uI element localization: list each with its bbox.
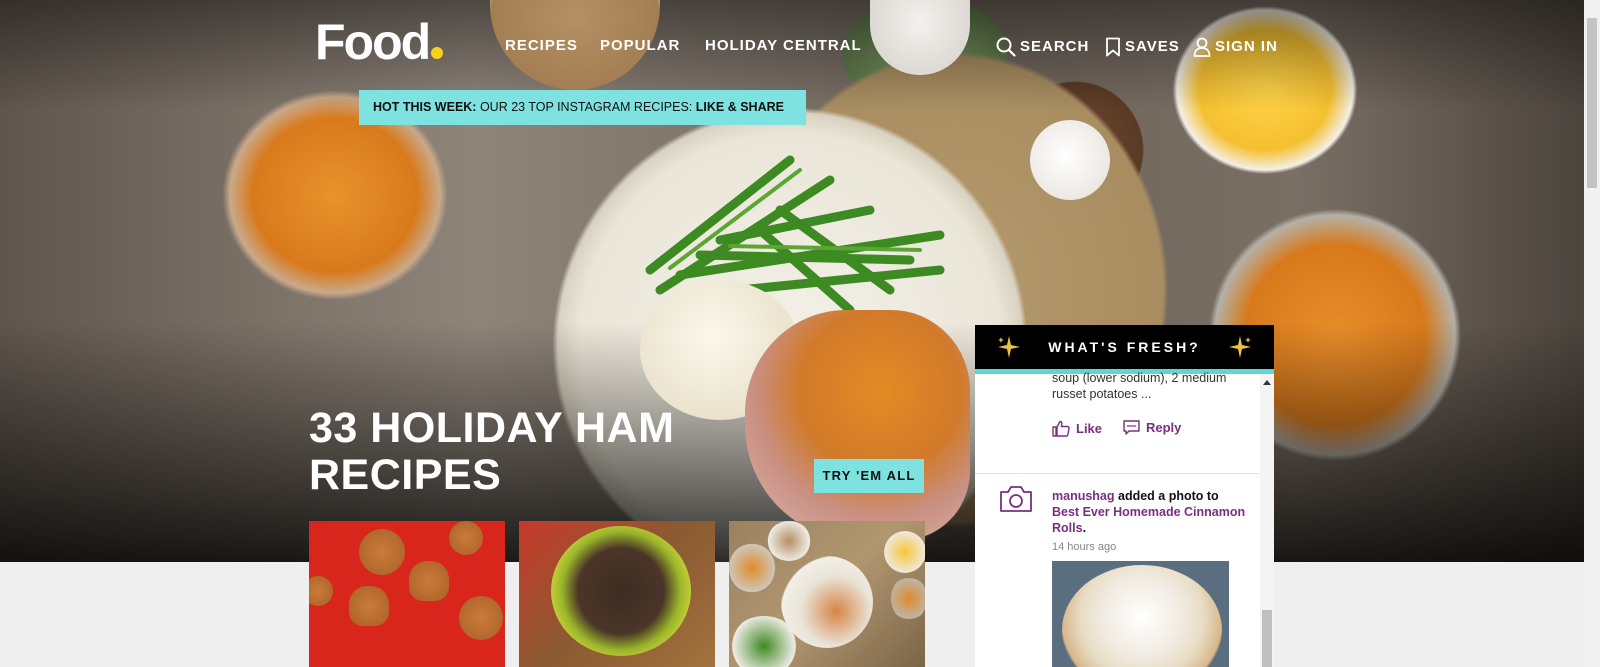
food-logo[interactable]: Food (315, 12, 444, 72)
logo-dot (431, 47, 444, 59)
feed-divider (975, 473, 1260, 474)
like-label: Like (1076, 421, 1103, 436)
hero-title[interactable]: 33 HOLIDAY HAM RECIPES (309, 405, 749, 499)
banner-cta: LIKE & SHARE (695, 100, 784, 114)
activity-timestamp: 14 hours ago (1052, 541, 1117, 553)
signin-button[interactable]: SIGN IN (1193, 37, 1278, 57)
reply-icon (1123, 420, 1140, 435)
bookmark-icon (1106, 37, 1120, 57)
reply-label: Reply (1146, 420, 1182, 435)
saves-label: SAVES (1125, 38, 1180, 55)
activity-recipe-link[interactable]: Best Ever Homemade Cinnamon Rolls (1052, 505, 1245, 535)
logo-text: Food (315, 14, 431, 70)
camera-icon (1000, 486, 1032, 512)
hero-salt (1030, 120, 1110, 200)
search-icon (996, 37, 1016, 57)
user-icon (1193, 37, 1211, 57)
page-scrollbar[interactable] (1584, 0, 1600, 667)
whats-fresh-title: WHAT'S FRESH? (1048, 339, 1201, 355)
nav-recipes[interactable]: RECIPES (505, 37, 578, 55)
nav-holiday-central[interactable]: HOLIDAY CENTRAL (705, 37, 862, 55)
sparkle-icon (1229, 336, 1251, 358)
like-button[interactable]: Like (1052, 420, 1102, 437)
banner-text: OUR 23 TOP INSTAGRAM RECIPES: (479, 100, 693, 114)
reply-button[interactable]: Reply (1123, 420, 1181, 435)
recipe-thumbnail-gingerbread[interactable] (309, 521, 505, 667)
banner-prefix: HOT THIS WEEK: (373, 100, 477, 114)
like-icon (1052, 420, 1070, 437)
saves-button[interactable]: SAVES (1105, 37, 1180, 57)
page-scrollbar-thumb[interactable] (1587, 18, 1597, 188)
comment-snippet: soup (lower sodium), 2 medium russet pot… (1052, 371, 1227, 401)
scrollbar-thumb[interactable] (1262, 610, 1272, 667)
activity-photo[interactable] (1052, 561, 1229, 667)
site-header: Food RECIPES POPULAR HOLIDAY CENTRAL SEA… (0, 0, 1584, 90)
activity-action: added a photo to (1118, 489, 1219, 503)
scroll-up-arrow[interactable] (1263, 380, 1271, 385)
nav-popular[interactable]: POPULAR (600, 37, 680, 55)
recipe-thumbnail-meatballs[interactable] (519, 521, 715, 667)
activity-end: . (1082, 521, 1087, 535)
whats-fresh-panel: WHAT'S FRESH? soup (lower sodium), 2 med… (975, 325, 1274, 667)
sparkle-icon (998, 336, 1020, 358)
signin-label: SIGN IN (1215, 38, 1278, 55)
activity-item: manushag added a photo to Best Ever Home… (1052, 488, 1247, 536)
whats-fresh-scrollbar[interactable] (1260, 374, 1274, 667)
hero-ham (745, 310, 970, 540)
activity-user-link[interactable]: manushag (1052, 489, 1115, 503)
hot-this-week-banner[interactable]: HOT THIS WEEK: OUR 23 TOP INSTAGRAM RECI… (359, 90, 806, 125)
try-em-all-button[interactable]: TRY 'EM ALL (814, 459, 924, 493)
recipe-thumbnail-ham-dinner[interactable] (729, 521, 925, 667)
search-label: SEARCH (1020, 38, 1090, 55)
search-button[interactable]: SEARCH (996, 37, 1089, 57)
